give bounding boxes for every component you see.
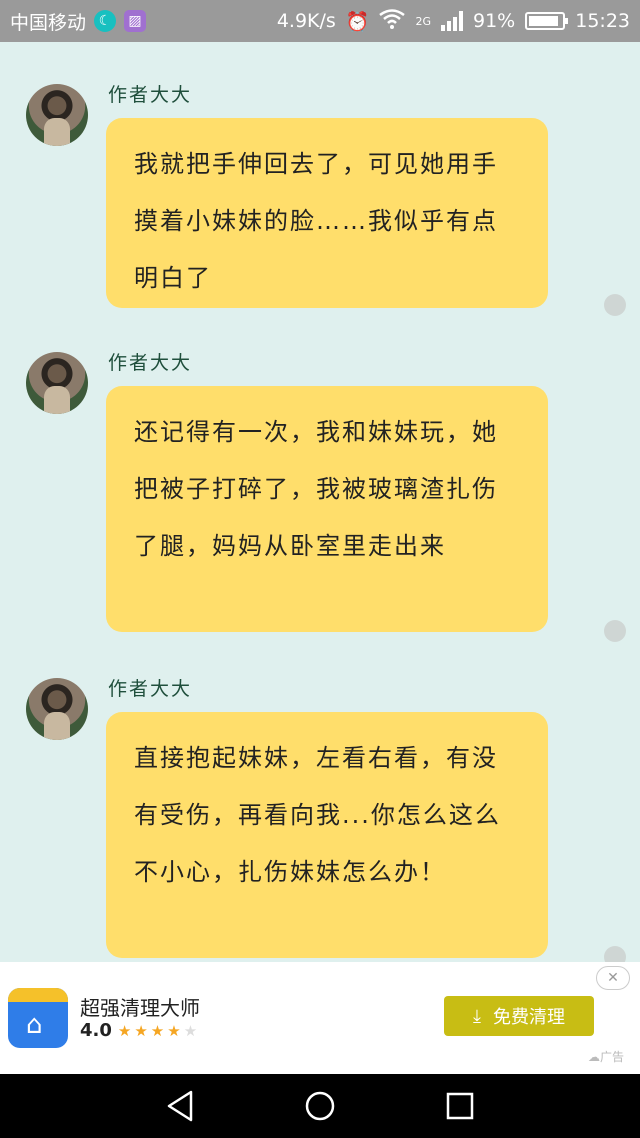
rating-value: 4.0 <box>80 1020 112 1041</box>
status-right: 4.9K/s ⏰ 2G 91% 15:23 <box>276 8 630 34</box>
rating-stars: ★★★★★ <box>117 1021 201 1040</box>
read-indicator <box>604 620 626 642</box>
alarm-icon: ⏰ <box>345 10 370 33</box>
gallery-icon: ▨ <box>124 10 147 32</box>
close-icon[interactable]: ✕ <box>596 966 630 990</box>
ad-app-logo[interactable]: ⌂ <box>8 988 68 1048</box>
network-speed: 4.9K/s <box>276 10 336 32</box>
message-bubble[interactable]: 我就把手伸回去了，可见她用手摸着小妹妹的脸……我似乎有点明白了 <box>106 118 548 308</box>
author-name: 作者大大 <box>108 352 193 374</box>
read-indicator <box>604 294 626 316</box>
ad-install-button[interactable]: ⤓ 免费清理 <box>444 996 594 1036</box>
wifi-icon <box>379 8 406 34</box>
ad-app-title[interactable]: 超强清理大师 <box>80 992 200 1021</box>
download-icon: ⤓ <box>473 1005 481 1027</box>
moon-icon: ☾ <box>94 10 117 32</box>
ad-banner[interactable]: ⌂ 超强清理大师 4.0 ★★★★★ ⤓ 免费清理 ✕ ☁广告 <box>0 962 640 1074</box>
author-name: 作者大大 <box>108 84 193 106</box>
chat-list[interactable]: 作者大大 我就把手伸回去了，可见她用手摸着小妹妹的脸……我似乎有点明白了 作者大… <box>0 42 640 962</box>
carrier-name: 中国移动 <box>10 11 87 34</box>
navigation-bar <box>0 1074 640 1138</box>
back-icon[interactable] <box>160 1086 200 1126</box>
message-bubble[interactable]: 直接抱起妹妹，左看右看，有没有受伤，再看向我...你怎么这么不小心，扎伤妹妹怎么… <box>106 712 548 958</box>
status-bar: 中国移动 ☾ ▨ 4.9K/s ⏰ 2G 91% 15:23 <box>0 0 640 42</box>
read-indicator <box>604 946 626 962</box>
ad-button-label: 免费清理 <box>492 1007 565 1028</box>
network-type: 2G <box>415 14 431 28</box>
signal-icon <box>441 11 463 31</box>
broom-icon: ⌂ <box>26 1010 43 1040</box>
avatar[interactable] <box>26 678 88 740</box>
ad-rating: 4.0 ★★★★★ <box>80 1020 200 1041</box>
avatar[interactable] <box>26 84 88 146</box>
recents-icon[interactable] <box>440 1086 480 1126</box>
home-icon[interactable] <box>300 1086 340 1126</box>
message-bubble[interactable]: 还记得有一次，我和妹妹玩，她把被子打碎了，我被玻璃渣扎伤了腿，妈妈从卧室里走出来 <box>106 386 548 632</box>
avatar[interactable] <box>26 352 88 414</box>
battery-icon <box>525 12 569 30</box>
battery-fill <box>529 16 559 26</box>
clock: 15:23 <box>575 10 630 32</box>
battery-percent: 91% <box>473 10 516 32</box>
ad-tag: ☁广告 <box>588 1050 625 1064</box>
status-left: 中国移动 ☾ ▨ <box>10 8 277 35</box>
author-name: 作者大大 <box>108 678 193 700</box>
